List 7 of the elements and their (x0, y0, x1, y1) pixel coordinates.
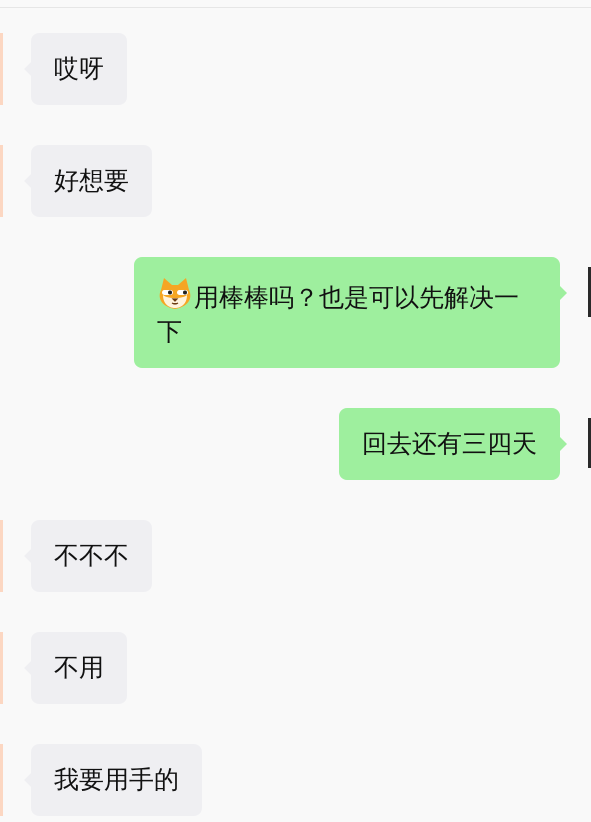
message-text: 回去还有三四天 (362, 429, 537, 458)
message-text: 好想要 (54, 165, 129, 197)
message-text: 用棒棒吗？也是可以先解决一下 (157, 283, 519, 346)
message-text: 哎呀 (54, 53, 104, 85)
message-text: 不用 (54, 652, 104, 684)
message-text: 我要用手的 (54, 764, 179, 796)
message-text: 不不不 (54, 540, 129, 572)
